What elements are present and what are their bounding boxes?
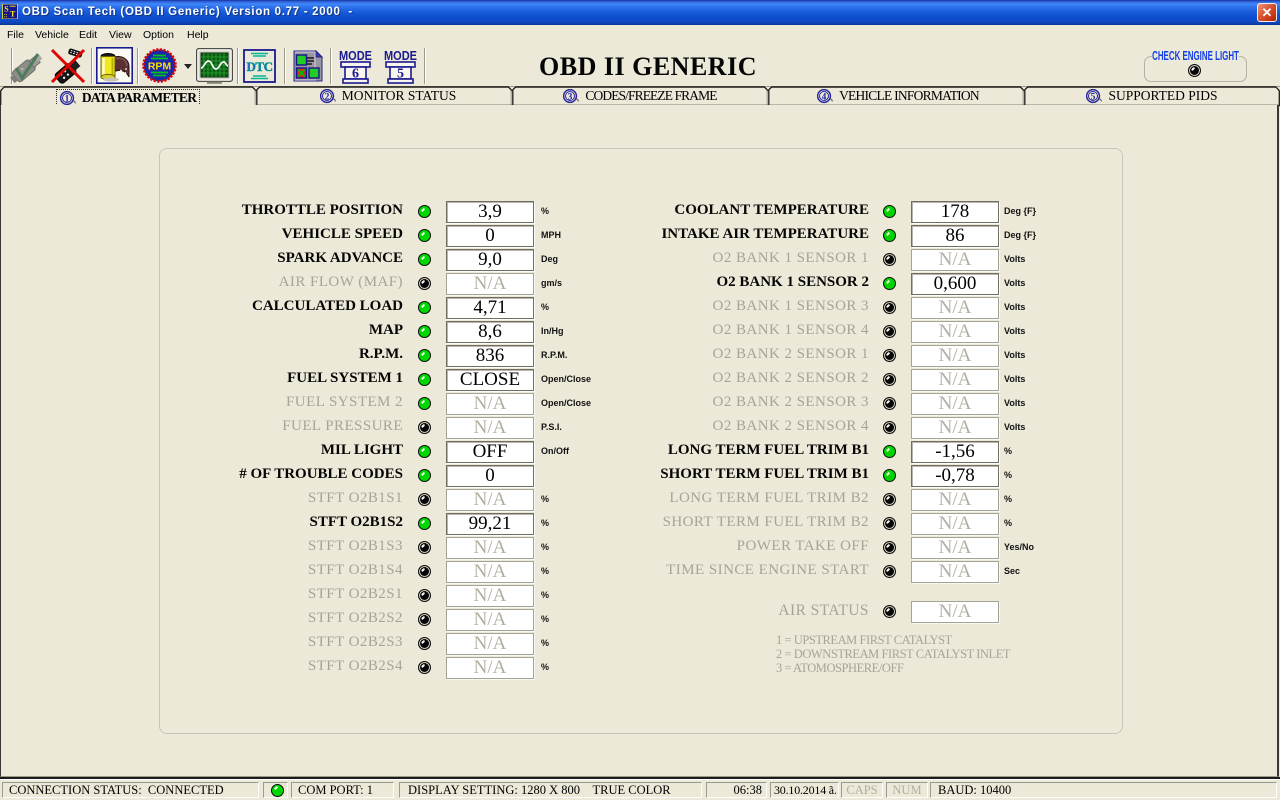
svg-text:T: T [10,9,16,18]
svg-text:3: 3 [568,92,573,102]
svg-text:DTC: DTC [247,59,273,74]
svg-text:MODE: MODE [384,49,417,63]
svg-text:5: 5 [397,67,404,82]
svg-text:S: S [4,5,9,14]
svg-text:RPM: RPM [148,61,172,73]
svg-text:2: 2 [324,92,329,102]
svg-text:4: 4 [822,92,827,102]
svg-text:6: 6 [352,67,359,82]
svg-text:MODE: MODE [339,49,372,63]
svg-text:1: 1 [64,94,69,104]
svg-text:5: 5 [1091,92,1096,102]
